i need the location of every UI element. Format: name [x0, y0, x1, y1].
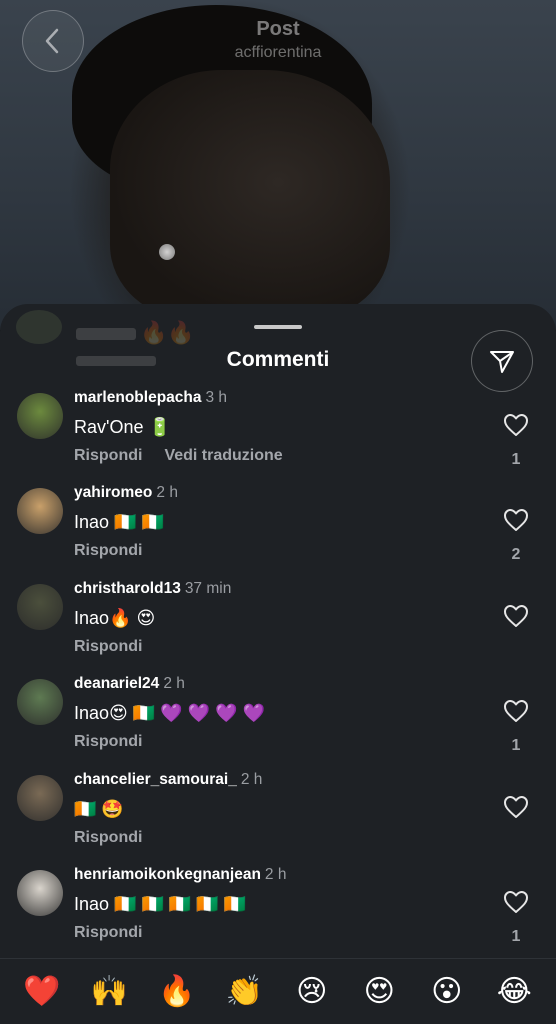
like-count: 1 — [511, 737, 521, 754]
send-icon — [490, 351, 514, 373]
comment-actions: Rispondi — [74, 638, 142, 656]
comment-text: Rav'One 🔋 — [74, 417, 171, 437]
comment-time: 2 h — [264, 866, 287, 883]
comment-username-row: marlenoblepacha 3 h — [74, 389, 227, 407]
comment-item: marlenoblepacha 3 h Rav'One 🔋 Rispondi Ved… — [0, 389, 556, 483]
comment-time: 37 min — [184, 580, 232, 597]
comment-time: 2 h — [163, 675, 185, 692]
avatar[interactable] — [17, 870, 63, 916]
comment-username-row: henriamoikonkegnanjean 2 h — [74, 866, 286, 884]
comment-username[interactable]: henriamoikonkegnanjean — [74, 866, 261, 883]
avatar[interactable] — [17, 775, 63, 821]
heart-outline-icon[interactable] — [503, 413, 529, 437]
reply-button[interactable]: Rispondi — [74, 542, 142, 559]
heart-outline-icon[interactable] — [503, 508, 529, 532]
comment-username[interactable]: chancelier_samourai_ — [74, 771, 237, 788]
comment-item: chancelier_samourai_ 2 h 🇨🇮 🤩 Rispondi — [0, 771, 556, 865]
comment-text: Inao 🇨🇮 🇨🇮 — [74, 512, 164, 532]
photo-face — [110, 70, 390, 320]
comment-actions: Rispondi — [74, 733, 142, 751]
comment-item: yahiromeo 2 h Inao 🇨🇮 🇨🇮 Rispondi 2 — [0, 484, 556, 578]
quick-reaction-bar: ❤️ 🙌 🔥 👏 😢 😍 😮 😂 — [0, 959, 556, 1024]
comment-text: 🇨🇮 🤩 — [74, 799, 124, 819]
reaction-emoji-button[interactable]: 🙌 — [84, 974, 134, 1009]
comment-item: deanariel24 2 h Inao😍 🇨🇮 💜 💜 💜 💜 Rispondi… — [0, 675, 556, 769]
reaction-emoji-button[interactable]: ❤️ — [17, 974, 67, 1009]
comment-username-row: chancelier_samourai_ 2 h — [74, 771, 262, 789]
comment-username[interactable]: yahiromeo — [74, 484, 152, 501]
comment-actions: Rispondi — [74, 924, 142, 942]
comment-username-row: yahiromeo 2 h — [74, 484, 178, 502]
comment-username-row: deanariel24 2 h — [74, 675, 185, 693]
reaction-emoji-button[interactable]: 😍 — [354, 974, 404, 1009]
heart-outline-icon[interactable] — [503, 604, 529, 628]
comment-username[interactable]: christharold13 — [74, 580, 181, 597]
comment-username[interactable]: marlenoblepacha — [74, 389, 202, 406]
comment-item: christharold13 37 min Inao🔥 😍 Rispondi — [0, 580, 556, 674]
heart-outline-icon[interactable] — [503, 699, 529, 723]
reaction-emoji-button[interactable]: 🔥 — [152, 974, 202, 1009]
page-subtitle[interactable]: acffiorentina — [0, 44, 556, 62]
ghost-emoji: 🔥🔥 — [140, 320, 195, 345]
like-count: 1 — [511, 451, 521, 468]
comment-item: henriamoikonkegnanjean 2 h Inao 🇨🇮 🇨🇮 🇨🇮 … — [0, 866, 556, 960]
comment-text: Inao😍 🇨🇮 💜 💜 💜 💜 — [74, 703, 265, 723]
ghost-text — [76, 328, 136, 340]
reaction-emoji-button[interactable]: 😂 — [489, 974, 539, 1009]
comment-actions: Rispondi Vedi traduzione — [74, 447, 283, 465]
comment-username-row: christharold13 37 min — [74, 580, 231, 598]
avatar[interactable] — [17, 584, 63, 630]
reply-button[interactable]: Rispondi — [74, 447, 142, 464]
comment-text: Inao 🇨🇮 🇨🇮 🇨🇮 🇨🇮 🇨🇮 — [74, 894, 247, 914]
drag-handle[interactable] — [254, 325, 302, 329]
comment-text: Inao🔥 😍 — [74, 608, 156, 628]
reaction-emoji-button[interactable]: 😮 — [422, 974, 472, 1009]
like-count: 1 — [511, 928, 521, 945]
comment-time: 3 h — [205, 389, 228, 406]
page-title: Post — [256, 18, 300, 40]
comment-username[interactable]: deanariel24 — [74, 675, 159, 692]
reply-button[interactable]: Rispondi — [74, 638, 142, 655]
heart-outline-icon[interactable] — [503, 795, 529, 819]
reaction-emoji-button[interactable]: 😢 — [287, 974, 337, 1009]
comment-time: 2 h — [156, 484, 178, 501]
comment-actions: Rispondi — [74, 542, 142, 560]
reply-button[interactable]: Rispondi — [74, 924, 142, 941]
like-count: 2 — [511, 546, 521, 563]
avatar[interactable] — [17, 679, 63, 725]
reply-button[interactable]: Rispondi — [74, 829, 142, 846]
avatar[interactable] — [17, 488, 63, 534]
heart-outline-icon[interactable] — [503, 890, 529, 914]
ghost-avatar — [16, 310, 62, 344]
comment-time: 2 h — [240, 771, 263, 788]
translate-button[interactable]: Vedi traduzione — [164, 447, 282, 464]
comment-actions: Rispondi — [74, 829, 142, 847]
avatar[interactable] — [17, 393, 63, 439]
reaction-emoji-button[interactable]: 👏 — [219, 974, 269, 1009]
share-button[interactable] — [471, 330, 533, 392]
reply-button[interactable]: Rispondi — [74, 733, 142, 750]
photo-earring — [159, 244, 175, 260]
